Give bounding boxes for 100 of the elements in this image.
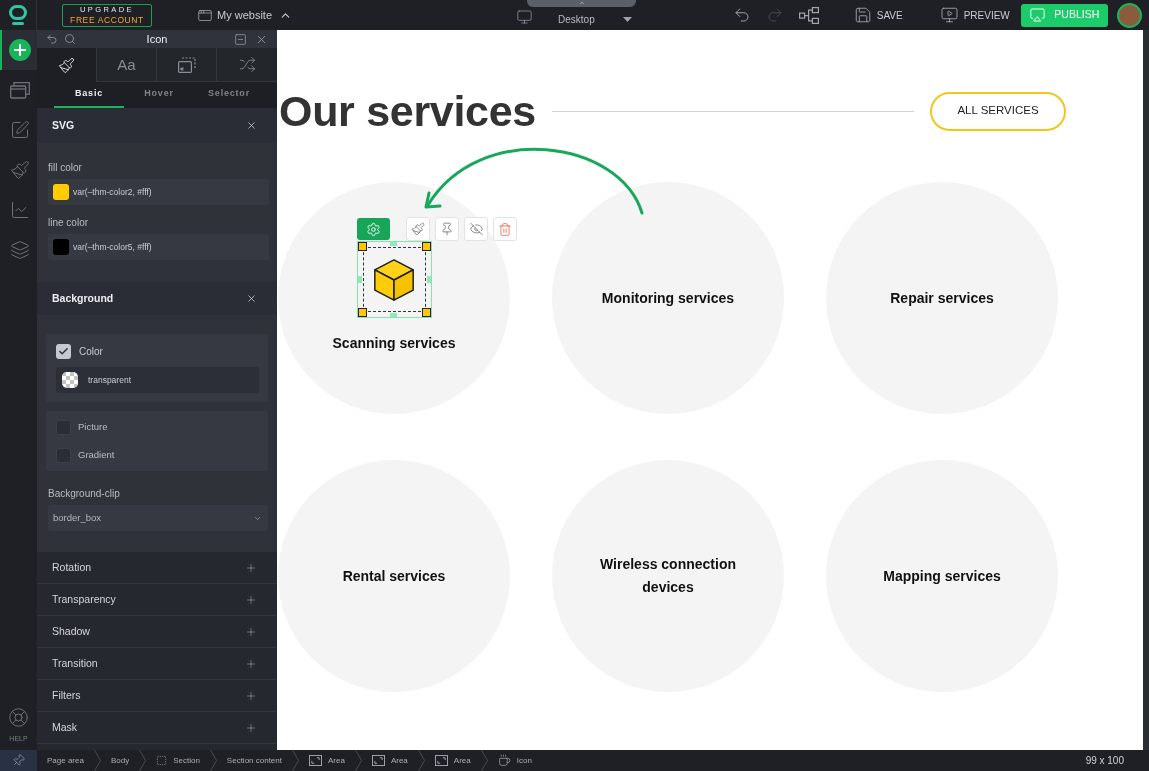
layers-icon: [9, 240, 30, 260]
resize-handle[interactable]: [426, 276, 431, 283]
field-label: Background-clip: [48, 488, 121, 500]
collapsible-section[interactable]: Transparency: [37, 584, 277, 616]
section-title: SVG: [52, 117, 75, 133]
collapsible-section[interactable]: Rotation: [37, 552, 277, 584]
chevron-separator-icon: [139, 750, 147, 771]
check-icon: [58, 346, 69, 357]
brush-icon: [58, 56, 75, 74]
area-icon: [309, 755, 322, 766]
color-field[interactable]: transparent: [56, 367, 259, 393]
panel-tab[interactable]: Aa: [97, 48, 157, 82]
chevron-up-icon: [577, 0, 586, 6]
color-field[interactable]: var(–thm-color5, #fff): [48, 234, 269, 260]
sitemap-icon[interactable]: [798, 6, 819, 24]
resize-handle[interactable]: [357, 242, 367, 251]
breadcrumb-item[interactable]: Icon: [487, 750, 542, 771]
pin-icon: [440, 222, 454, 236]
resize-handle[interactable]: [421, 242, 431, 251]
cup-icon: [497, 754, 511, 767]
settings-icon: [366, 221, 381, 237]
browser-window-icon: [197, 7, 213, 23]
chevron-separator-icon: [292, 750, 299, 771]
resize-handle[interactable]: [357, 308, 367, 317]
undo-icon[interactable]: [46, 33, 58, 45]
chevron-separator-icon: [354, 750, 362, 771]
monitor-play-icon: [939, 6, 959, 24]
service-title: Monitoring services: [600, 288, 736, 308]
user-avatar[interactable]: [1116, 2, 1142, 28]
service-card[interactable]: Rental services: [278, 460, 510, 692]
save-icon: [853, 6, 872, 24]
service-title: Scanning services: [331, 334, 457, 353]
collapsible-section[interactable]: Shadow: [37, 616, 277, 648]
logo-icon[interactable]: [9, 4, 27, 26]
screen-cast-icon: [1029, 7, 1047, 23]
section-heading: Our services: [279, 89, 536, 133]
resize-handle[interactable]: [357, 276, 362, 283]
save-button[interactable]: SAVE: [853, 6, 903, 24]
edit-icon: [9, 120, 30, 140]
field-label: line color: [48, 217, 90, 229]
collapsible-section[interactable]: Mask: [37, 712, 277, 744]
site-menu[interactable]: My website: [197, 6, 293, 24]
chevron-separator-icon: [209, 750, 217, 771]
area-icon: [371, 755, 385, 766]
service-title: Rental services: [341, 566, 447, 586]
panel-title: Icon: [145, 31, 169, 47]
preview-button[interactable]: PREVIEW: [939, 6, 1010, 24]
element-size: 99 x 100: [1085, 754, 1124, 768]
monitor-icon: [516, 9, 534, 25]
service-card[interactable]: Repair services: [826, 182, 1058, 414]
color-field[interactable]: var(–thm-color2, #fff): [48, 179, 269, 205]
sidebar-item[interactable]: [0, 30, 37, 70]
hide-button[interactable]: [464, 217, 488, 241]
checkbox[interactable]: [56, 344, 71, 359]
close-icon[interactable]: [246, 120, 257, 131]
dashed-square-icon: [156, 755, 168, 766]
breadcrumb-item[interactable]: Page area: [37, 750, 94, 771]
subtab[interactable]: Selector: [194, 82, 264, 108]
breadcrumb-item[interactable]: Section: [146, 750, 210, 771]
pull-tab[interactable]: [527, 0, 636, 7]
resize-handle[interactable]: [389, 313, 397, 317]
breadcrumb-item[interactable]: Area: [361, 750, 418, 771]
shuffle-icon: [238, 56, 256, 73]
brush-icon: [9, 160, 30, 180]
option-label: Picture: [78, 419, 108, 434]
search-icon[interactable]: [64, 33, 76, 45]
service-card[interactable]: Monitoring services: [552, 182, 784, 414]
chevron-separator-icon: [480, 750, 488, 771]
breadcrumb-item[interactable]: Body: [100, 750, 140, 771]
service-card[interactable]: Mapping services: [826, 460, 1058, 692]
minimize-icon[interactable]: [234, 32, 247, 46]
caret-down-icon: [622, 17, 632, 22]
panel-tab[interactable]: [157, 48, 217, 82]
resize-handle[interactable]: [389, 242, 397, 246]
windows-icon: [9, 81, 30, 99]
collapsible-section[interactable]: Filters: [37, 680, 277, 712]
device-selector[interactable]: Desktop: [516, 9, 632, 26]
checkerboard-swatch-icon: [62, 372, 78, 388]
breadcrumb-item[interactable]: Area: [424, 750, 481, 771]
option-label: Color: [79, 345, 103, 359]
select-field[interactable]: border_box: [48, 505, 268, 531]
delete-button[interactable]: [493, 217, 517, 241]
collapsible-section[interactable]: Transition: [37, 648, 277, 680]
chevron-separator-icon: [417, 750, 425, 771]
close-icon[interactable]: [246, 293, 257, 304]
chevron-separator-icon: [93, 750, 101, 771]
trash-icon: [498, 221, 512, 237]
subtab[interactable]: Hover: [124, 82, 194, 108]
service-card[interactable]: Wireless connection devices: [552, 460, 784, 692]
service-card[interactable]: Scanning services: [278, 182, 510, 414]
resize-handle[interactable]: [421, 308, 431, 317]
brush-icon: [411, 222, 425, 236]
cube-icon: [373, 257, 415, 302]
section-title: Background: [52, 290, 114, 306]
service-title: Wireless connection devices: [599, 555, 737, 597]
breadcrumb-item[interactable]: Section content: [216, 750, 292, 771]
all-services-button[interactable]: ALL SERVICES: [930, 91, 1066, 131]
breadcrumb-item[interactable]: Area: [299, 750, 355, 771]
service-title: Mapping services: [882, 566, 1002, 586]
lifebuoy-icon: [8, 707, 29, 728]
